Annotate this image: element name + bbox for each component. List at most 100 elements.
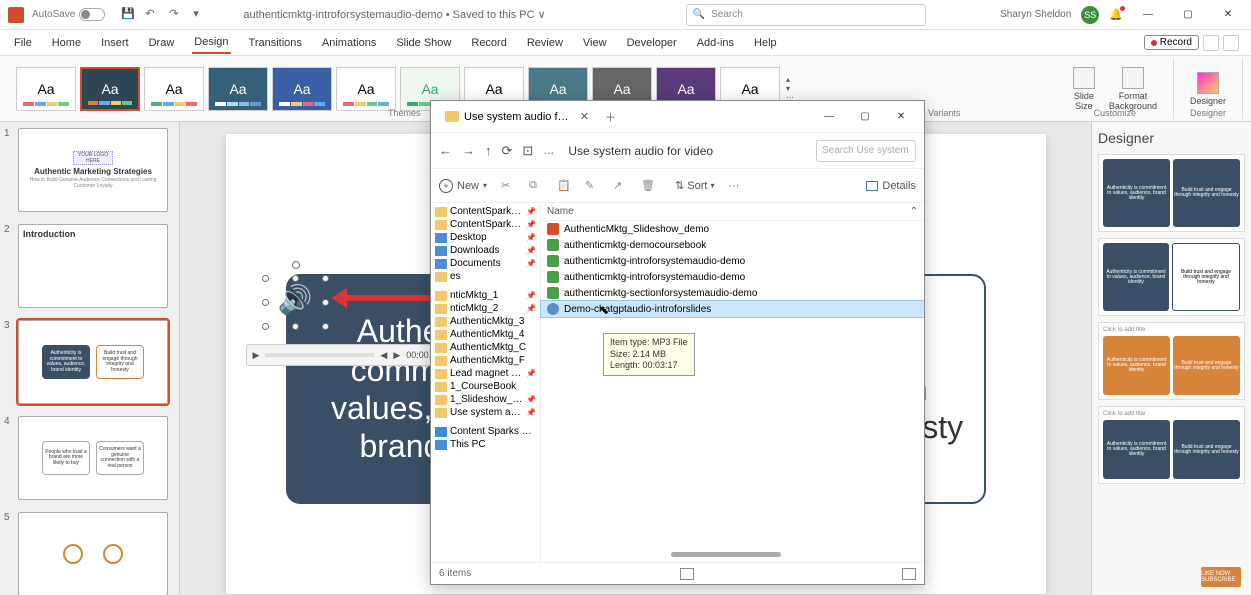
skip-fwd-icon[interactable]: ▶ xyxy=(393,350,400,361)
resize-handle[interactable] xyxy=(322,323,329,330)
tree-item[interactable]: This PC xyxy=(431,438,540,451)
tree-item[interactable]: Lead magnet ide📌 xyxy=(431,367,540,380)
tree-item[interactable]: ContentSparks_A📌 xyxy=(431,218,540,231)
close-button[interactable]: ✕ xyxy=(1213,9,1243,20)
more-actions-icon[interactable]: ··· xyxy=(728,180,739,192)
skip-back-icon[interactable]: ◀ xyxy=(380,350,387,361)
theme-swatch[interactable]: Aa xyxy=(16,67,76,111)
resize-handle[interactable] xyxy=(292,275,299,282)
tree-item[interactable]: Documents📌 xyxy=(431,257,540,270)
new-tab-button[interactable]: ＋ xyxy=(605,109,616,125)
thumbnail-5[interactable] xyxy=(18,512,168,595)
notifications-icon[interactable]: 🔔 xyxy=(1109,8,1123,21)
resize-handle[interactable] xyxy=(322,275,329,282)
tab-developer[interactable]: Developer xyxy=(625,33,679,53)
thumbnail-4[interactable]: People who trust a brand are more likely… xyxy=(18,416,168,500)
monitor-icon[interactable]: ⊡ xyxy=(522,143,533,159)
tab-draw[interactable]: Draw xyxy=(147,33,177,53)
rotate-handle[interactable] xyxy=(292,261,300,269)
tree-item[interactable]: Content Sparks Drop xyxy=(431,425,540,438)
search-box[interactable]: 🔍 Search xyxy=(686,4,926,26)
resize-handle[interactable] xyxy=(262,299,269,306)
tab-insert[interactable]: Insert xyxy=(99,33,131,53)
sort-button[interactable]: ⇅ Sort ▾ xyxy=(675,179,714,192)
tab-view[interactable]: View xyxy=(581,33,609,53)
share-icon[interactable] xyxy=(1223,35,1239,51)
tree-item[interactable]: es xyxy=(431,270,540,283)
view-details-icon[interactable] xyxy=(680,568,694,580)
theme-swatch[interactable]: Aa xyxy=(272,67,332,111)
resize-handle[interactable] xyxy=(262,323,269,330)
thumbnail-3[interactable]: Authenticity is commitment to values, au… xyxy=(18,320,168,404)
resize-handle[interactable] xyxy=(262,275,269,282)
explorer-maximize[interactable]: ▢ xyxy=(848,105,882,129)
present-icon[interactable] xyxy=(1203,35,1219,51)
file-row[interactable]: authenticmktg-introforsystemaudio-demo xyxy=(541,253,924,269)
designer-button[interactable]: Designer xyxy=(1184,70,1232,108)
design-suggestion[interactable]: Authenticity is commitment to values, au… xyxy=(1098,238,1245,316)
record-button[interactable]: Record xyxy=(1144,35,1199,50)
tree-item[interactable]: AuthenticMktg_C xyxy=(431,341,540,354)
tree-item[interactable]: ContentSparks_S📌 xyxy=(431,205,540,218)
up-icon[interactable]: ↑ xyxy=(485,143,492,158)
theme-swatch[interactable]: Aa xyxy=(208,67,268,111)
tab-slideshow[interactable]: Slide Show xyxy=(394,33,453,53)
design-suggestion[interactable]: Authenticity is commitment to values, au… xyxy=(1098,154,1245,232)
tab-record[interactable]: Record xyxy=(469,33,508,53)
redo-icon[interactable]: ↷ xyxy=(169,7,185,23)
tab-close-icon[interactable]: ✕ xyxy=(580,110,589,123)
format-background-button[interactable]: Format Background xyxy=(1103,65,1163,113)
file-row[interactable]: AuthenticMktg_Slideshow_demo xyxy=(541,221,924,237)
slide-size-button[interactable]: Slide Size xyxy=(1067,65,1101,113)
file-row[interactable]: Demo-chatgptaudio-introforslides xyxy=(541,301,924,317)
tree-item[interactable]: 1_Slideshow_Not📌 xyxy=(431,393,540,406)
audio-track[interactable] xyxy=(265,353,374,357)
tab-addins[interactable]: Add-ins xyxy=(695,33,736,53)
refresh-icon[interactable]: ⟳ xyxy=(502,143,513,159)
tree-item[interactable]: AuthenticMktg_F xyxy=(431,354,540,367)
tab-help[interactable]: Help xyxy=(752,33,779,53)
more-icon[interactable]: … xyxy=(543,145,554,157)
explorer-search[interactable]: Search Use system xyxy=(816,140,916,162)
tab-design[interactable]: Design xyxy=(192,32,230,54)
theme-swatch[interactable]: Aa xyxy=(144,67,204,111)
file-row[interactable]: authenticmktg-sectionforsystemaudio-demo xyxy=(541,285,924,301)
new-button[interactable]: +New ▾ xyxy=(439,179,487,193)
details-button[interactable]: Details xyxy=(866,180,916,192)
delete-icon[interactable]: 🗑 xyxy=(641,179,655,193)
resize-handle[interactable] xyxy=(292,323,299,330)
view-icons-icon[interactable] xyxy=(902,568,916,580)
design-suggestion[interactable]: Click to add title Authenticity is commi… xyxy=(1098,322,1245,400)
explorer-close[interactable]: ✕ xyxy=(884,105,918,129)
save-icon[interactable]: 💾 xyxy=(121,7,137,23)
paste-icon[interactable]: 📋 xyxy=(557,179,571,193)
file-row[interactable]: authenticmktg-democoursebook xyxy=(541,237,924,253)
tree-item[interactable]: nticMktg_1📌 xyxy=(431,289,540,302)
thumbnail-2[interactable]: Introduction xyxy=(18,224,168,308)
minimize-button[interactable]: — xyxy=(1133,9,1163,20)
tree-item[interactable]: Desktop📌 xyxy=(431,231,540,244)
tree-item[interactable]: Downloads📌 xyxy=(431,244,540,257)
breadcrumb[interactable]: Use system audio for video xyxy=(568,144,802,158)
autosave-toggle[interactable] xyxy=(79,8,105,21)
theme-swatch[interactable]: Aa xyxy=(336,67,396,111)
play-icon[interactable]: ▶ xyxy=(253,350,260,361)
back-icon[interactable]: ← xyxy=(439,143,452,158)
tab-home[interactable]: Home xyxy=(50,33,83,53)
explorer-minimize[interactable]: — xyxy=(812,105,846,129)
explorer-tab[interactable]: Use system audio for vid ✕ xyxy=(437,106,597,127)
tab-file[interactable]: File xyxy=(12,33,34,53)
rename-icon[interactable]: ✎ xyxy=(585,179,599,193)
maximize-button[interactable]: ▢ xyxy=(1173,9,1203,20)
tab-review[interactable]: Review xyxy=(525,33,565,53)
share-icon[interactable]: ↗ xyxy=(613,179,627,193)
tab-transitions[interactable]: Transitions xyxy=(247,33,304,53)
tree-item[interactable]: Use system audio📌 xyxy=(431,406,540,419)
thumbnail-1[interactable]: YOUR LOGO HERE Authentic Marketing Strat… xyxy=(18,128,168,212)
tree-item[interactable]: AuthenticMktg_3 xyxy=(431,315,540,328)
copy-icon[interactable]: ⧉ xyxy=(529,179,543,193)
user-avatar[interactable]: SS xyxy=(1081,6,1099,24)
tree-item[interactable]: nticMktg_2📌 xyxy=(431,302,540,315)
document-title[interactable]: authenticmktg-introforsystemaudio-demo •… xyxy=(243,8,545,21)
file-row[interactable]: authenticmktg-introforsystemaudio-demo xyxy=(541,269,924,285)
